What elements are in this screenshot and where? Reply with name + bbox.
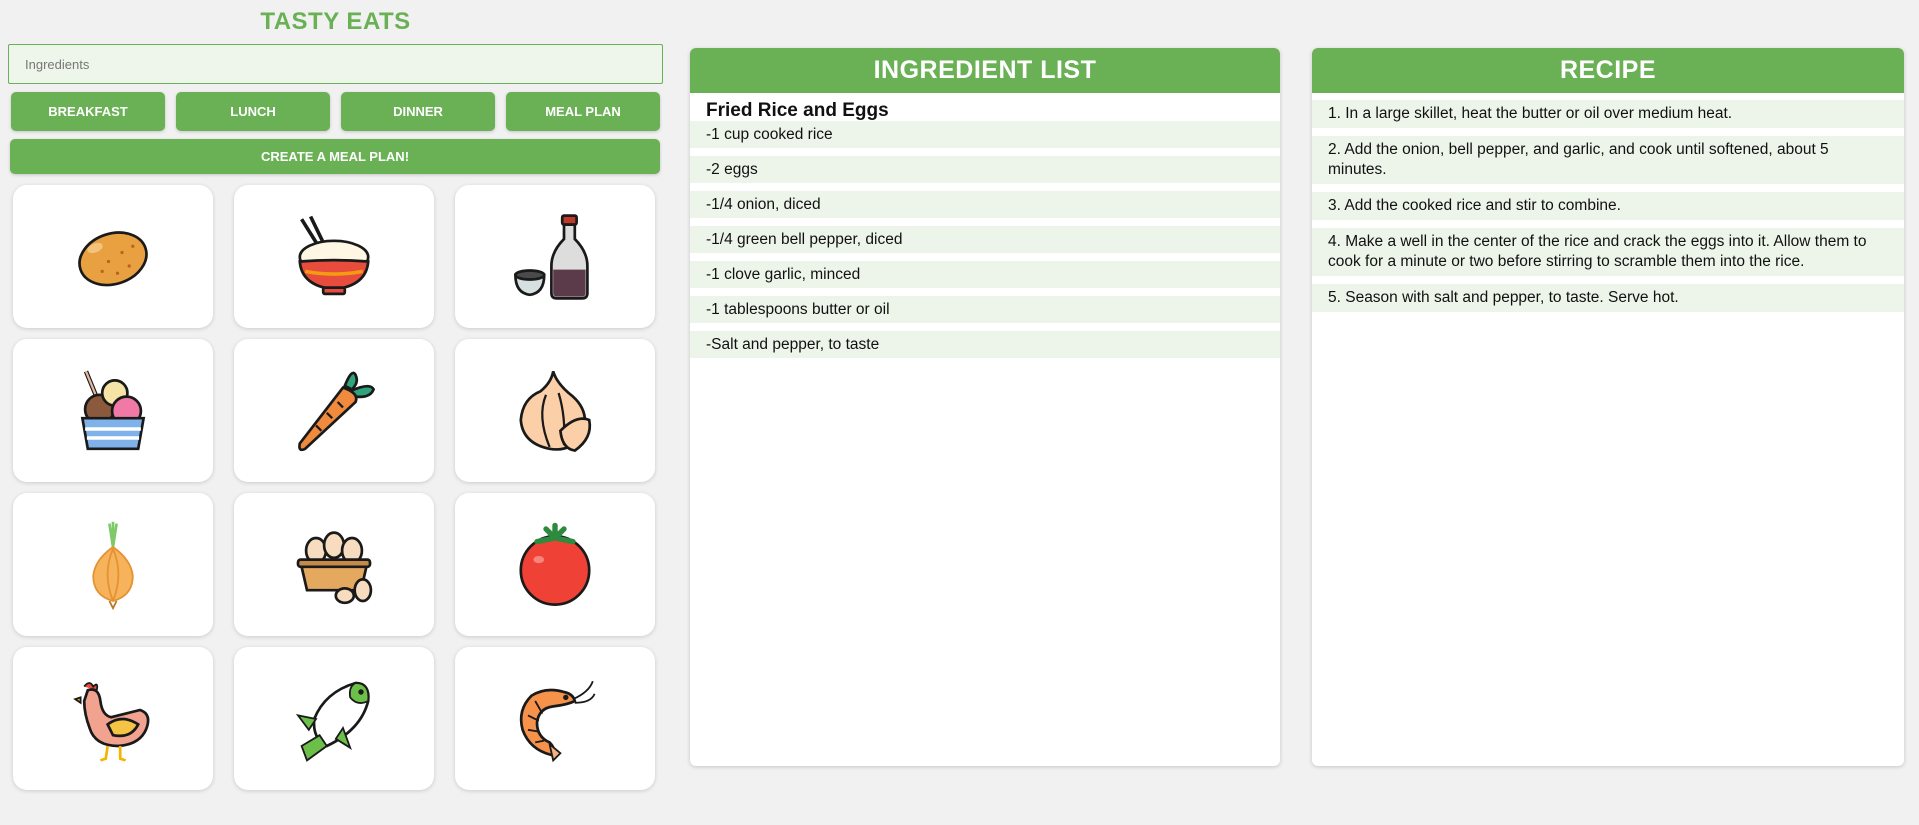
soy-sauce-icon	[514, 213, 589, 300]
meal-plan-button[interactable]: MEAL PLAN	[506, 92, 660, 131]
fish-icon	[295, 681, 370, 762]
breakfast-button[interactable]: BREAKFAST	[11, 92, 165, 131]
ingredient-tile-rice[interactable]	[234, 185, 434, 328]
ingredient-tile-onion[interactable]	[13, 493, 213, 636]
ingredient-tile-soy-sauce[interactable]	[455, 185, 655, 328]
tomato-icon	[519, 522, 591, 606]
garlic-icon	[519, 370, 592, 452]
app-title: TASTY EATS	[260, 8, 411, 35]
ice-cream-icon	[80, 370, 146, 450]
ingredient-tile-garlic[interactable]	[455, 339, 655, 482]
ingredient-item: -Salt and pepper, to taste	[690, 331, 1280, 358]
recipe-step: 5. Season with salt and pepper, to taste…	[1312, 284, 1904, 312]
ingredient-tile-potato[interactable]	[13, 185, 213, 328]
onion-icon	[92, 521, 134, 610]
chicken-icon	[73, 681, 150, 762]
lunch-button[interactable]: LUNCH	[176, 92, 330, 131]
recipe-step: 1. In a large skillet, heat the butter o…	[1312, 100, 1904, 128]
recipe-title: RECIPE	[1312, 48, 1904, 93]
recipe-step: 2. Add the onion, bell pepper, and garli…	[1312, 136, 1904, 184]
create-meal-plan-button[interactable]: CREATE A MEAL PLAN!	[10, 139, 660, 174]
ingredient-tile-shrimp[interactable]	[455, 647, 655, 790]
ingredient-tile-eggs[interactable]	[234, 493, 434, 636]
left-column: TASTY EATS BREAKFAST LUNCH DINNER MEAL P…	[8, 0, 663, 790]
meal-buttons: BREAKFAST LUNCH DINNER MEAL PLAN	[8, 92, 663, 131]
dinner-button[interactable]: DINNER	[341, 92, 495, 131]
ingredient-tile-fish[interactable]	[234, 647, 434, 790]
ingredient-list-panel: INGREDIENT LIST Fried Rice and Eggs -1 c…	[690, 48, 1280, 766]
recipe-panel: RECIPE 1. In a large skillet, heat the b…	[1312, 48, 1904, 766]
ingredient-item: -2 eggs	[690, 156, 1280, 183]
ingredient-item: -1/4 green bell pepper, diced	[690, 226, 1280, 253]
ingredient-list-title: INGREDIENT LIST	[690, 48, 1280, 93]
ingredient-item: -1/4 onion, diced	[690, 191, 1280, 218]
ingredient-item: -1 tablespoons butter or oil	[690, 296, 1280, 323]
eggs-basket-icon	[296, 530, 373, 604]
carrot-icon	[298, 371, 376, 451]
potato-icon	[78, 230, 148, 286]
ingredient-item: -1 clove garlic, minced	[690, 261, 1280, 288]
ingredient-items: -1 cup cooked rice -2 eggs -1/4 onion, d…	[690, 121, 1280, 358]
dish-name: Fried Rice and Eggs	[706, 100, 889, 121]
ingredient-item: -1 cup cooked rice	[690, 121, 1280, 148]
ingredients-search-input[interactable]	[8, 44, 663, 84]
ingredient-grid	[13, 185, 663, 790]
shrimp-icon	[519, 680, 596, 762]
rice-bowl-icon	[298, 215, 370, 295]
ingredient-tile-ice-cream[interactable]	[13, 339, 213, 482]
ingredient-tile-carrot[interactable]	[234, 339, 434, 482]
recipe-steps: 1. In a large skillet, heat the butter o…	[1312, 93, 1904, 312]
recipe-step: 4. Make a well in the center of the rice…	[1312, 228, 1904, 276]
recipe-step: 3. Add the cooked rice and stir to combi…	[1312, 192, 1904, 220]
ingredient-tile-tomato[interactable]	[455, 493, 655, 636]
ingredient-tile-chicken[interactable]	[13, 647, 213, 790]
